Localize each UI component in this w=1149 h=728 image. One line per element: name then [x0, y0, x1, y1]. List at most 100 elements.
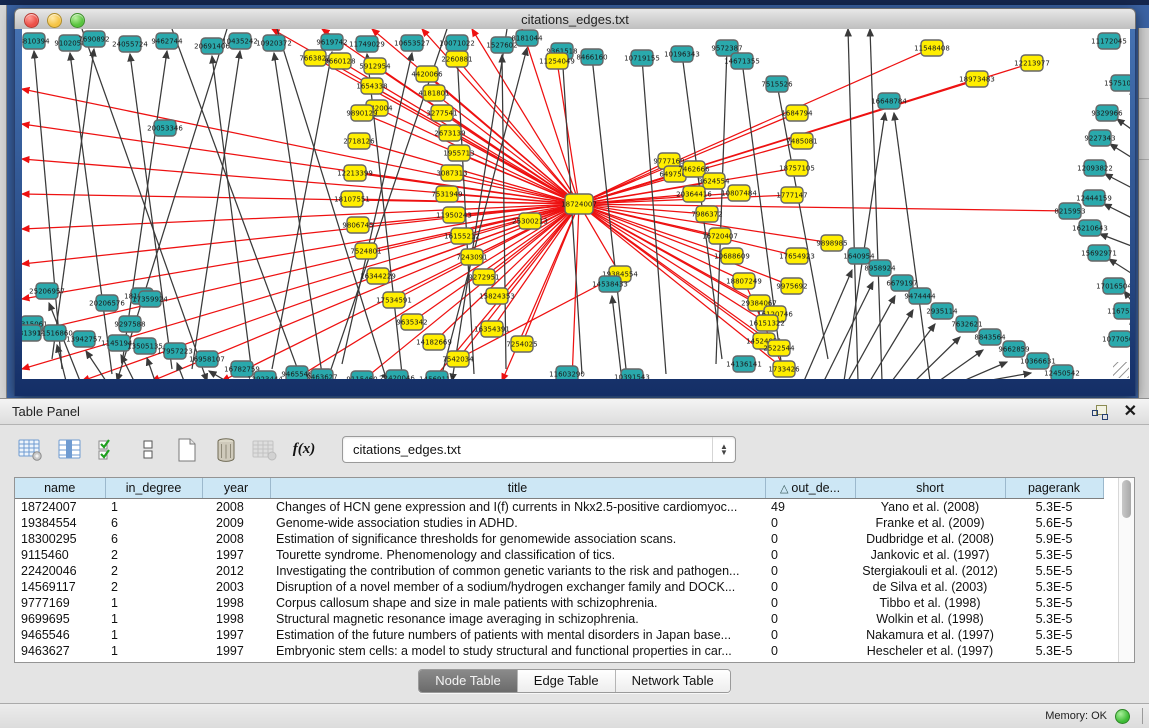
select-visible-columns-icon[interactable]	[96, 437, 122, 462]
table-cell[interactable]: 49	[765, 499, 855, 516]
show-hide-columns-icon[interactable]	[57, 437, 83, 462]
table-cell[interactable]: 1	[105, 611, 202, 627]
table-cell[interactable]: 1997	[202, 643, 270, 659]
column-header-name[interactable]: name	[15, 478, 105, 499]
table-cell[interactable]: Franke et al. (2009)	[855, 515, 1005, 531]
table-cell[interactable]: 5.3E-5	[1005, 499, 1103, 516]
create-new-table-icon[interactable]	[174, 437, 200, 462]
delete-table-icon[interactable]	[213, 437, 239, 462]
table-cell[interactable]: Stergiakouli et al. (2012)	[855, 563, 1005, 579]
table-cell[interactable]: 5.3E-5	[1005, 627, 1103, 643]
tab-edge-table[interactable]: Edge Table	[518, 670, 616, 692]
table-row[interactable]: 1872400712008Changes of HCN gene express…	[15, 499, 1103, 516]
table-cell[interactable]: 22420046	[15, 563, 105, 579]
table-cell[interactable]: 2003	[202, 579, 270, 595]
table-cell[interactable]: Jankovic et al. (1997)	[855, 547, 1005, 563]
table-row[interactable]: 946554611997Estimation of the future num…	[15, 627, 1103, 643]
table-cell[interactable]: 0	[765, 595, 855, 611]
column-header-title[interactable]: title	[270, 478, 765, 499]
table-cell[interactable]: Corpus callosum shape and size in male p…	[270, 595, 765, 611]
table-cell[interactable]: 5.6E-5	[1005, 515, 1103, 531]
table-cell[interactable]: 1	[105, 627, 202, 643]
table-row[interactable]: 977716911998Corpus callosum shape and si…	[15, 595, 1103, 611]
table-cell[interactable]: Tibbo et al. (1998)	[855, 595, 1005, 611]
table-row[interactable]: 1830029562008Estimation of significance …	[15, 531, 1103, 547]
table-cell[interactable]: Structural magnetic resonance image aver…	[270, 611, 765, 627]
scrollbar-thumb[interactable]	[1122, 480, 1131, 518]
table-cell[interactable]: 1998	[202, 611, 270, 627]
table-cell[interactable]: 2008	[202, 499, 270, 516]
column-header-short[interactable]: short	[855, 478, 1005, 499]
table-cell[interactable]: 2	[105, 563, 202, 579]
table-row[interactable]: 2242004622012Investigating the contribut…	[15, 563, 1103, 579]
table-cell[interactable]: Wolkin et al. (1998)	[855, 611, 1005, 627]
table-cell[interactable]: 18300295	[15, 531, 105, 547]
table-cell[interactable]: 0	[765, 531, 855, 547]
column-header-pagerank[interactable]: pagerank	[1005, 478, 1103, 499]
table-row[interactable]: 1938455462009Genome-wide association stu…	[15, 515, 1103, 531]
table-cell[interactable]: 19384554	[15, 515, 105, 531]
table-cell[interactable]: Hescheler et al. (1997)	[855, 643, 1005, 659]
table-cell[interactable]: 5.3E-5	[1005, 547, 1103, 563]
table-row[interactable]: 911546021997Tourette syndrome. Phenomeno…	[15, 547, 1103, 563]
table-cell[interactable]: 1998	[202, 595, 270, 611]
table-cell[interactable]: Estimation of the future numbers of pati…	[270, 627, 765, 643]
table-cell[interactable]: Embryonic stem cells: a model to study s…	[270, 643, 765, 659]
table-cell[interactable]: Disruption of a novel member of a sodium…	[270, 579, 765, 595]
close-panel-icon[interactable]: ✕	[1124, 405, 1137, 419]
table-cell[interactable]: 5.3E-5	[1005, 579, 1103, 595]
table-cell[interactable]: 9699695	[15, 611, 105, 627]
table-cell[interactable]: 0	[765, 547, 855, 563]
table-cell[interactable]: 14569117	[15, 579, 105, 595]
table-cell[interactable]: 0	[765, 627, 855, 643]
column-header-out_de[interactable]: △out_de...	[765, 478, 855, 499]
memory-status-indicator[interactable]	[1115, 709, 1130, 724]
table-cell[interactable]: Genome-wide association studies in ADHD.	[270, 515, 765, 531]
window-resize-grip[interactable]	[1113, 362, 1129, 378]
table-cell[interactable]: 0	[765, 579, 855, 595]
tab-network-table[interactable]: Network Table	[616, 670, 730, 692]
table-cell[interactable]: Changes of HCN gene expression and I(f) …	[270, 499, 765, 516]
table-cell[interactable]: Tourette syndrome. Phenomenology and cla…	[270, 547, 765, 563]
table-cell[interactable]: 6	[105, 515, 202, 531]
table-select-dropdown[interactable]: citations_edges.txt ▲▼	[342, 436, 736, 463]
function-builder-icon[interactable]: f(x)	[291, 437, 317, 462]
table-cell[interactable]: 2	[105, 579, 202, 595]
table-cell[interactable]: 0	[765, 563, 855, 579]
table-cell[interactable]: Nakamura et al. (1997)	[855, 627, 1005, 643]
column-header-year[interactable]: year	[202, 478, 270, 499]
table-cell[interactable]: 0	[765, 643, 855, 659]
table-cell[interactable]: 1	[105, 595, 202, 611]
table-cell[interactable]: de Silva et al. (2003)	[855, 579, 1005, 595]
table-cell[interactable]: Estimation of significance thresholds fo…	[270, 531, 765, 547]
window-titlebar[interactable]: citations_edges.txt	[14, 8, 1136, 31]
table-cell[interactable]: 5.5E-5	[1005, 563, 1103, 579]
row-height-icon[interactable]	[135, 437, 161, 462]
tab-node-table[interactable]: Node Table	[419, 670, 518, 692]
table-cell[interactable]: 0	[765, 515, 855, 531]
table-cell[interactable]: 1997	[202, 547, 270, 563]
table-row[interactable]: 969969511998Structural magnetic resonanc…	[15, 611, 1103, 627]
table-cell[interactable]: 1	[105, 643, 202, 659]
table-cell[interactable]: 2009	[202, 515, 270, 531]
table-cell[interactable]: 5.3E-5	[1005, 643, 1103, 659]
table-cell[interactable]: 5.9E-5	[1005, 531, 1103, 547]
table-cell[interactable]: 2008	[202, 531, 270, 547]
table-cell[interactable]: 9463627	[15, 643, 105, 659]
table-settings-icon[interactable]	[18, 437, 44, 462]
table-cell[interactable]: 2012	[202, 563, 270, 579]
table-cell[interactable]: Investigating the contribution of common…	[270, 563, 765, 579]
table-cell[interactable]: 18724007	[15, 499, 105, 516]
network-canvas[interactable]: 1872400725300213193845548810394910205876…	[22, 29, 1130, 379]
table-cell[interactable]: 9777169	[15, 595, 105, 611]
table-cell[interactable]: 5.3E-5	[1005, 611, 1103, 627]
table-cell[interactable]: Yano et al. (2008)	[855, 499, 1005, 516]
column-header-in_degree[interactable]: in_degree	[105, 478, 202, 499]
table-vertical-scrollbar[interactable]	[1118, 478, 1134, 662]
table-cell[interactable]: Dudbridge et al. (2008)	[855, 531, 1005, 547]
float-panel-icon[interactable]	[1092, 405, 1108, 419]
table-cell[interactable]: 1997	[202, 627, 270, 643]
table-cell[interactable]: 9465546	[15, 627, 105, 643]
table-cell[interactable]: 1	[105, 499, 202, 516]
table-row[interactable]: 946362711997Embryonic stem cells: a mode…	[15, 643, 1103, 659]
